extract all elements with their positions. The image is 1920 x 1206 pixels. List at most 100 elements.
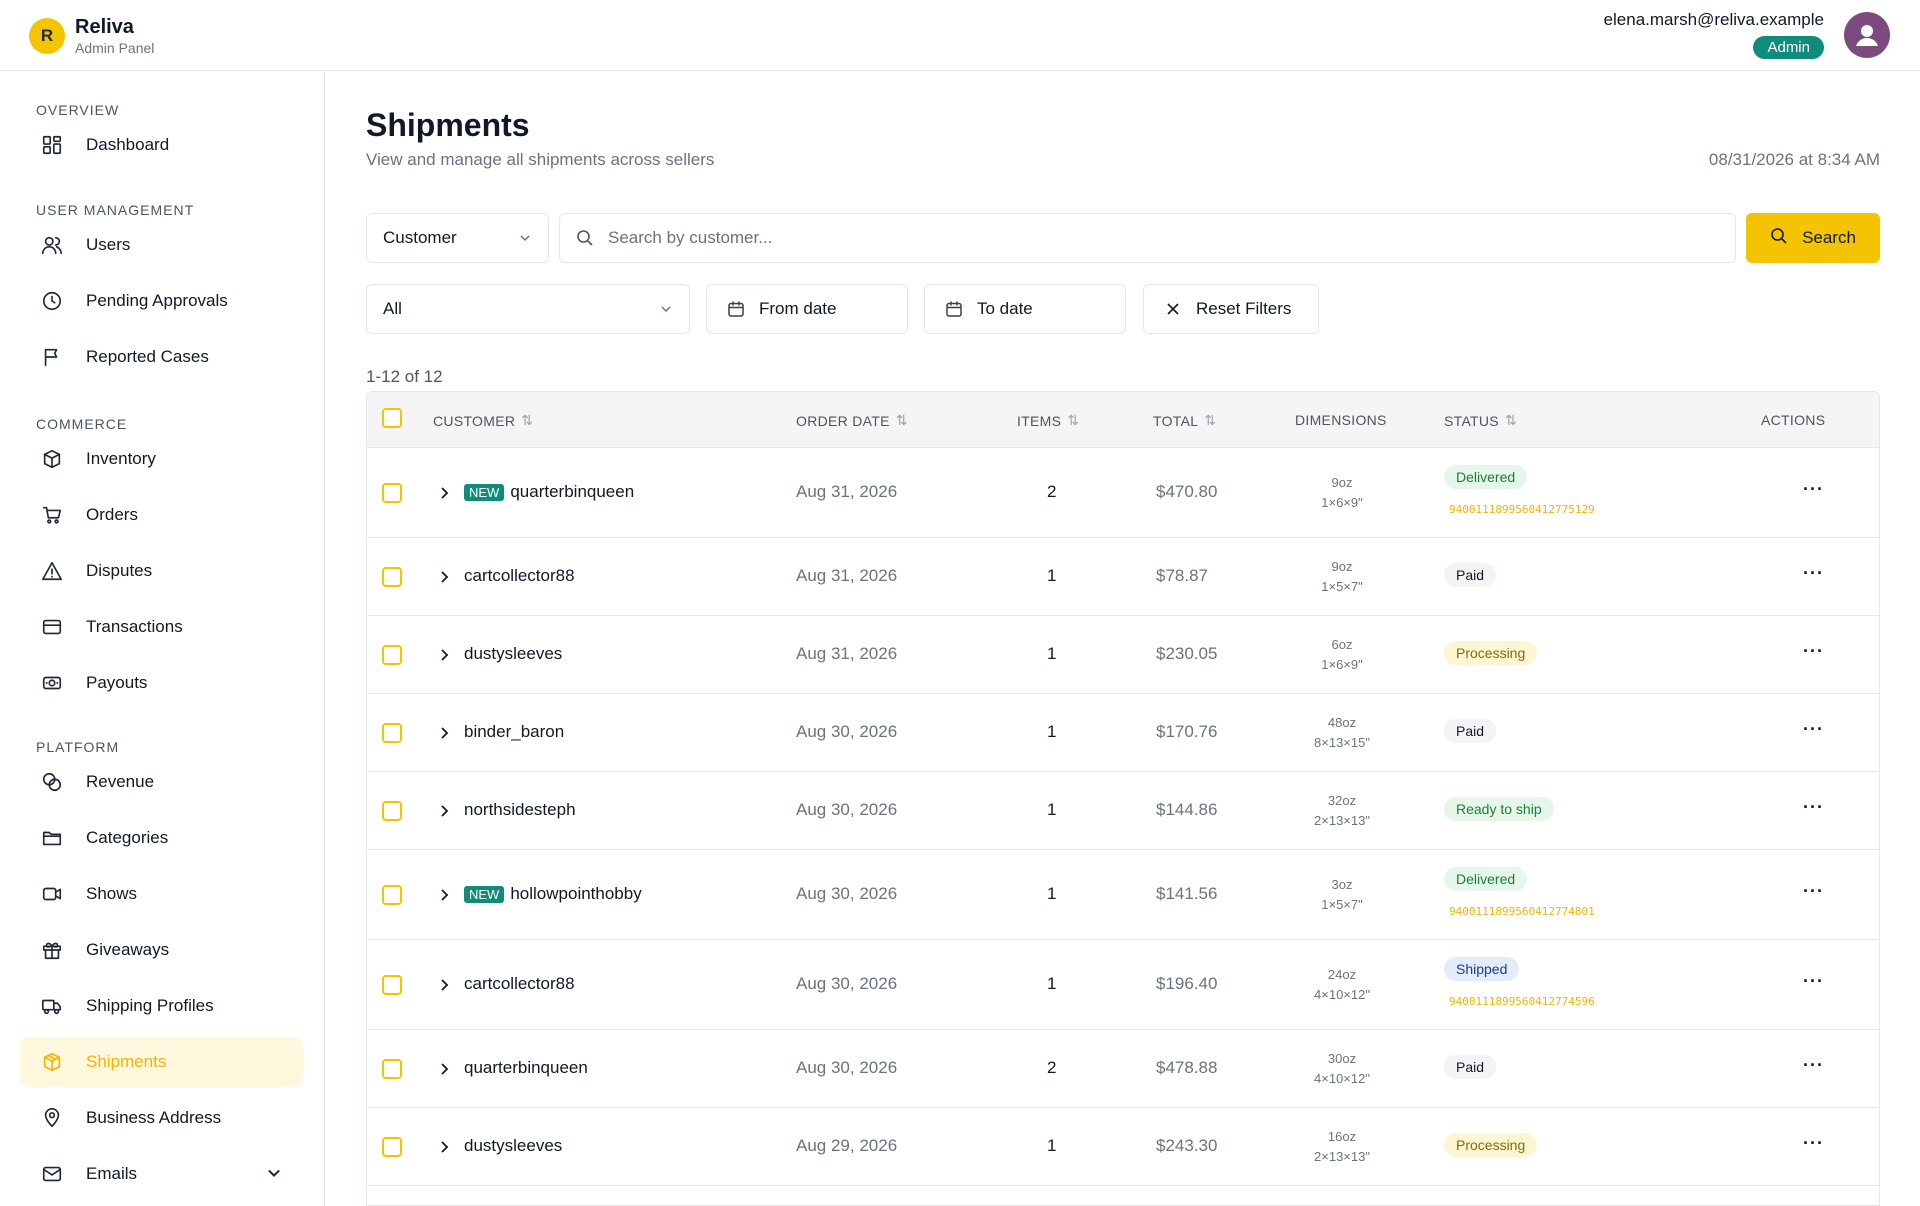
sidebar-item-users[interactable]: Users <box>20 220 303 270</box>
sidebar-item-disputes[interactable]: Disputes <box>20 546 303 596</box>
order-date: Aug 30, 2026 <box>796 1058 898 1077</box>
table-row[interactable]: cartcollector88 Aug 31, 2026 1 $78.87 9oz 1×5… <box>367 538 1879 616</box>
size: 4×10×12" <box>1314 986 1370 1002</box>
sidebar-item-shipments[interactable]: Shipments <box>20 1037 303 1087</box>
header-total[interactable]: TOTAL ⇅ <box>1153 412 1216 429</box>
more-actions-icon[interactable]: ··· <box>1803 641 1824 662</box>
sidebar-item-payouts[interactable]: Payouts <box>20 658 303 708</box>
row-checkbox[interactable] <box>382 645 402 665</box>
sidebar-item-shipping-profiles[interactable]: Shipping Profiles <box>20 981 303 1031</box>
table-row[interactable]: northsidesteph Aug 30, 2026 1 $144.86 32oz 2×… <box>367 772 1879 850</box>
more-actions-icon[interactable]: ··· <box>1803 1055 1824 1076</box>
sidebar-item-transactions[interactable]: Transactions <box>20 602 303 652</box>
row-checkbox[interactable] <box>382 483 402 503</box>
brand[interactable]: R Reliva Admin Panel <box>29 16 154 56</box>
select-all-checkbox[interactable] <box>382 408 402 428</box>
customer-cell[interactable]: binder_baron <box>464 722 564 742</box>
sidebar-item-pending-approvals[interactable]: Pending Approvals <box>20 276 303 326</box>
row-checkbox[interactable] <box>382 975 402 995</box>
more-actions-icon[interactable]: ··· <box>1803 971 1824 992</box>
from-date-label: From date <box>759 299 837 318</box>
header-status[interactable]: STATUS ⇅ <box>1444 412 1517 429</box>
search-button[interactable]: Search <box>1746 213 1880 263</box>
sidebar-item-shows[interactable]: Shows <box>20 869 303 919</box>
gift-icon <box>40 938 64 962</box>
row-checkbox[interactable] <box>382 885 402 905</box>
more-actions-icon[interactable]: ··· <box>1803 1133 1824 1154</box>
order-date: Aug 30, 2026 <box>796 722 898 741</box>
to-date-picker[interactable]: To date <box>924 284 1126 334</box>
chevron-right-icon[interactable] <box>439 1139 451 1160</box>
weight: 6oz <box>1331 637 1353 652</box>
chevron-right-icon[interactable] <box>439 725 451 746</box>
video-icon <box>40 882 64 906</box>
customer-cell[interactable]: NEW hollowpointhobby <box>464 884 642 904</box>
search-field[interactable] <box>559 213 1736 263</box>
table-row[interactable]: dustysleeves Aug 31, 2026 1 $230.05 6oz 1×6×9… <box>367 616 1879 694</box>
customer-cell[interactable]: cartcollector88 <box>464 974 575 994</box>
warning-icon <box>40 559 64 583</box>
tracking-number[interactable]: 9400111899560412774801 <box>1449 905 1595 918</box>
table-row[interactable]: quarterbinqueen Aug 30, 2026 2 $478.88 30oz 4… <box>367 1030 1879 1108</box>
sidebar-item-orders[interactable]: Orders <box>20 490 303 540</box>
chevron-right-icon[interactable] <box>439 647 451 668</box>
table-row[interactable]: dustysleeves Aug 29, 2026 1 $243.30 16oz 2×13… <box>367 1108 1879 1186</box>
customer-cell[interactable]: NEW quarterbinqueen <box>464 482 634 502</box>
chevron-down-icon[interactable] <box>265 1164 283 1187</box>
chevron-right-icon[interactable] <box>439 977 451 998</box>
order-date: Aug 29, 2026 <box>796 1136 898 1155</box>
tracking-number[interactable]: 9400111899560412775129 <box>1449 503 1595 516</box>
dimensions-cell: 9oz 1×5×7" <box>1282 557 1402 596</box>
brand-name: Reliva <box>75 16 134 38</box>
chevron-right-icon[interactable] <box>439 485 451 506</box>
row-checkbox[interactable] <box>382 801 402 821</box>
header-order-date[interactable]: ORDER DATE ⇅ <box>796 412 908 429</box>
search-input[interactable] <box>608 228 1735 248</box>
table-row[interactable]: cartcollector88 Aug 30, 2026 1 $196.40 24oz 4… <box>367 940 1879 1030</box>
header-items[interactable]: ITEMS ⇅ <box>1017 412 1079 429</box>
more-actions-icon[interactable]: ··· <box>1803 881 1824 902</box>
row-checkbox[interactable] <box>382 1059 402 1079</box>
customer-cell[interactable]: northsidesteph <box>464 800 576 820</box>
sidebar-item-inventory[interactable]: Inventory <box>20 434 303 484</box>
status-select[interactable]: All <box>366 284 690 334</box>
flag-icon <box>40 345 64 369</box>
customer-cell[interactable]: quarterbinqueen <box>464 1058 588 1078</box>
calendar-icon <box>945 300 963 318</box>
sidebar-item-label: Dashboard <box>86 135 170 154</box>
sidebar-item-business-address[interactable]: Business Address <box>20 1093 303 1143</box>
sidebar-item-giveaways[interactable]: Giveaways <box>20 925 303 975</box>
chevron-right-icon[interactable] <box>439 803 451 824</box>
chevron-right-icon[interactable] <box>439 1061 451 1082</box>
sidebar-item-emails[interactable]: Emails <box>20 1149 303 1199</box>
table-row[interactable]: NEW hollowpointhobby Aug 30, 2026 1 $141.56 3… <box>367 850 1879 940</box>
row-checkbox[interactable] <box>382 1137 402 1157</box>
sidebar-item-categories[interactable]: Categories <box>20 813 303 863</box>
chevron-right-icon[interactable] <box>439 887 451 908</box>
card-icon <box>40 615 64 639</box>
status-badge: Processing <box>1444 641 1538 665</box>
more-actions-icon[interactable]: ··· <box>1803 719 1824 740</box>
customer-cell[interactable]: dustysleeves <box>464 1136 562 1156</box>
reset-filters-button[interactable]: Reset Filters <box>1143 284 1319 334</box>
row-checkbox[interactable] <box>382 723 402 743</box>
header-customer[interactable]: CUSTOMER ⇅ <box>433 412 533 429</box>
from-date-picker[interactable]: From date <box>706 284 908 334</box>
sort-icon: ⇅ <box>895 412 908 428</box>
search-by-select[interactable]: Customer <box>366 213 549 263</box>
more-actions-icon[interactable]: ··· <box>1803 563 1824 584</box>
chevron-right-icon[interactable] <box>439 569 451 590</box>
more-actions-icon[interactable]: ··· <box>1803 479 1824 500</box>
sidebar-item-dashboard[interactable]: Dashboard <box>20 120 303 170</box>
sidebar-item-revenue[interactable]: Revenue <box>20 757 303 807</box>
customer-cell[interactable]: cartcollector88 <box>464 566 575 586</box>
tracking-number[interactable]: 9400111899560412774596 <box>1449 995 1595 1008</box>
customer-cell[interactable]: dustysleeves <box>464 644 562 664</box>
more-actions-icon[interactable]: ··· <box>1803 797 1824 818</box>
status-badge: Ready to ship <box>1444 797 1554 821</box>
sidebar-item-reported-cases[interactable]: Reported Cases <box>20 332 303 382</box>
avatar[interactable] <box>1844 12 1890 58</box>
table-row[interactable]: binder_baron Aug 30, 2026 1 $170.76 48oz 8×13… <box>367 694 1879 772</box>
row-checkbox[interactable] <box>382 567 402 587</box>
table-row[interactable]: NEW quarterbinqueen Aug 31, 2026 2 $470.80 9o… <box>367 448 1879 538</box>
